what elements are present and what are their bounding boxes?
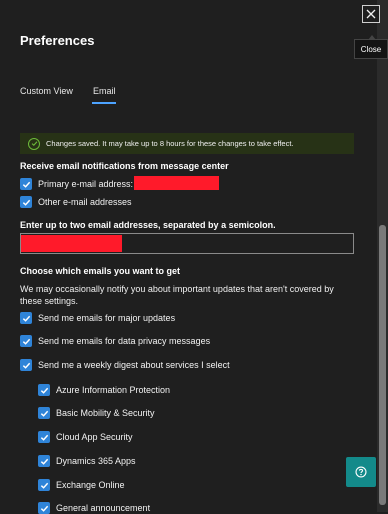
service-item[interactable]: Exchange Online bbox=[38, 479, 125, 491]
active-tab-indicator bbox=[92, 102, 116, 104]
option-weekly-digest[interactable]: Send me a weekly digest about services I… bbox=[20, 359, 230, 371]
redacted-email-value bbox=[21, 235, 122, 252]
service-item[interactable]: Azure Information Protection bbox=[38, 384, 170, 396]
checkmark-icon bbox=[22, 181, 30, 188]
option-major-updates[interactable]: Send me emails for major updates bbox=[20, 312, 175, 324]
primary-email-checkbox-row[interactable]: Primary e-mail address: bbox=[20, 178, 133, 190]
checkmark-icon bbox=[40, 482, 48, 489]
checkmark-icon bbox=[40, 387, 48, 394]
success-banner: Changes saved. It may take up to 8 hours… bbox=[20, 133, 354, 154]
close-tooltip: Close bbox=[354, 35, 388, 59]
checkmark-icon bbox=[40, 458, 48, 465]
checkbox-checked[interactable] bbox=[38, 384, 50, 396]
email-input-heading: Enter up to two email addresses, separat… bbox=[20, 220, 276, 230]
other-email-label: Other e-mail addresses bbox=[38, 197, 132, 207]
service-label: Dynamics 365 Apps bbox=[56, 456, 136, 466]
checkbox-checked[interactable] bbox=[38, 502, 50, 514]
primary-email-label: Primary e-mail address: bbox=[38, 179, 134, 189]
service-item[interactable]: Dynamics 365 Apps bbox=[38, 455, 136, 467]
checkmark-icon bbox=[40, 410, 48, 417]
page-title: Preferences bbox=[20, 33, 95, 48]
checkbox-checked[interactable] bbox=[20, 196, 32, 208]
option-data-privacy[interactable]: Send me emails for data privacy messages bbox=[20, 335, 210, 347]
other-email-checkbox-row[interactable]: Other e-mail addresses bbox=[20, 196, 132, 208]
checkmark-icon bbox=[22, 362, 30, 369]
service-item[interactable]: Basic Mobility & Security bbox=[38, 407, 155, 419]
tab-email[interactable]: Email bbox=[93, 86, 116, 96]
option-label: Send me emails for major updates bbox=[38, 313, 176, 323]
close-button[interactable] bbox=[362, 5, 380, 23]
service-label: Cloud App Security bbox=[56, 432, 133, 442]
checkbox-checked[interactable] bbox=[38, 479, 50, 491]
preferences-panel: Preferences Custom View Email Changes sa… bbox=[0, 0, 377, 514]
checkmark-icon bbox=[40, 434, 48, 441]
tab-custom-view[interactable]: Custom View bbox=[20, 86, 73, 96]
question-icon bbox=[355, 466, 367, 478]
service-label: Basic Mobility & Security bbox=[56, 408, 155, 418]
help-button[interactable] bbox=[346, 457, 376, 487]
service-item[interactable]: General announcement bbox=[38, 502, 150, 514]
service-label: Exchange Online bbox=[56, 480, 125, 490]
checkbox-checked[interactable] bbox=[20, 335, 32, 347]
option-label: Send me a weekly digest about services I… bbox=[38, 360, 230, 370]
service-label: Azure Information Protection bbox=[56, 385, 171, 395]
close-icon bbox=[366, 9, 376, 19]
checkbox-checked[interactable] bbox=[38, 455, 50, 467]
checkmark-icon bbox=[22, 338, 30, 345]
checkbox-checked[interactable] bbox=[38, 407, 50, 419]
checkmark-icon bbox=[22, 199, 30, 206]
notifications-heading: Receive email notifications from message… bbox=[20, 161, 229, 171]
checkbox-checked[interactable] bbox=[20, 178, 32, 190]
choose-emails-heading: Choose which emails you want to get bbox=[20, 266, 181, 276]
checkmark-circle-icon bbox=[28, 137, 40, 150]
checkbox-checked[interactable] bbox=[38, 431, 50, 443]
banner-text: Changes saved. It may take up to 8 hours… bbox=[46, 139, 294, 148]
checkbox-checked[interactable] bbox=[20, 312, 32, 324]
scrollbar-thumb[interactable] bbox=[379, 225, 386, 505]
checkmark-icon bbox=[22, 315, 30, 322]
checkmark-icon bbox=[40, 505, 48, 512]
redacted-primary-email bbox=[134, 176, 219, 190]
option-label: Send me emails for data privacy messages bbox=[38, 336, 211, 346]
checkbox-checked[interactable] bbox=[20, 359, 32, 371]
service-item[interactable]: Cloud App Security bbox=[38, 431, 133, 443]
choose-emails-description: We may occasionally notify you about imp… bbox=[20, 284, 334, 306]
